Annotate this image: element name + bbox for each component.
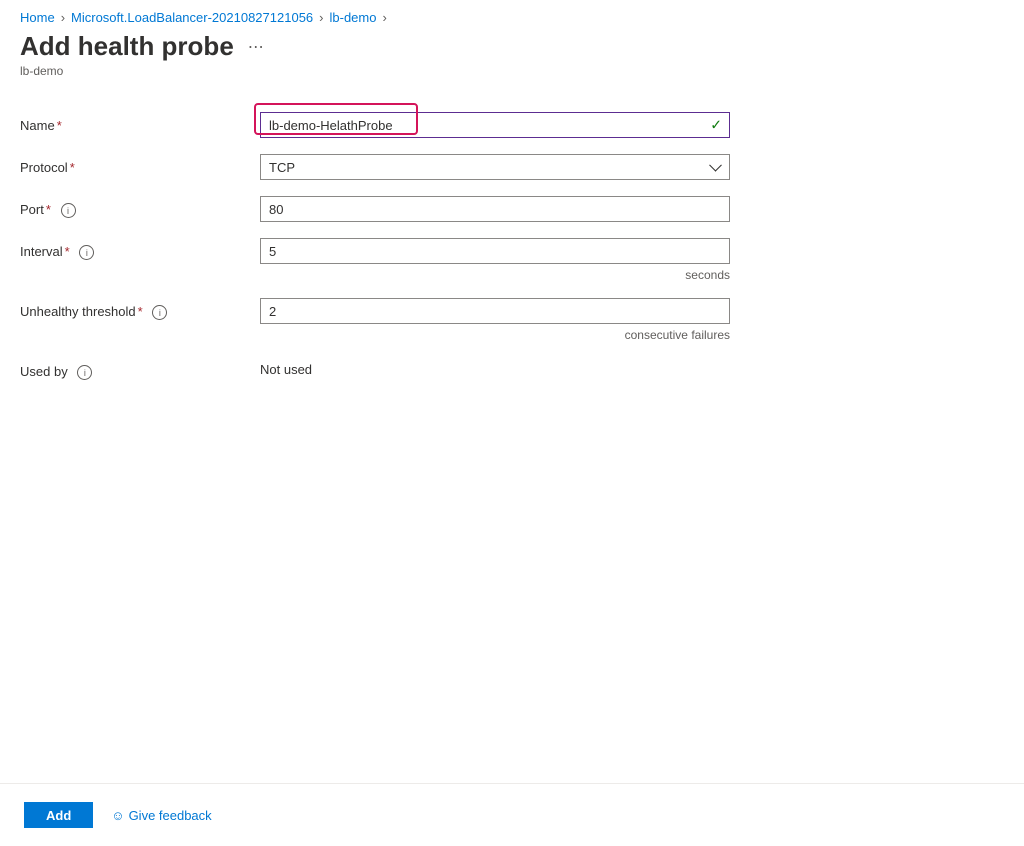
usedby-label: Used by <box>20 364 68 379</box>
required-icon: * <box>70 160 75 175</box>
threshold-unit: consecutive failures <box>260 328 730 342</box>
breadcrumb-deployment[interactable]: Microsoft.LoadBalancer-20210827121056 <box>71 10 313 25</box>
more-actions-icon[interactable]: ⋯ <box>248 37 264 57</box>
breadcrumb-sep-icon: › <box>319 10 323 25</box>
health-probe-form: Name* ✓ Protocol* Port* <box>20 112 1004 380</box>
threshold-label: Unhealthy threshold <box>20 304 136 319</box>
info-icon[interactable]: i <box>61 203 76 218</box>
feedback-icon: ☺ <box>111 808 124 823</box>
add-button[interactable]: Add <box>24 802 93 828</box>
threshold-input[interactable] <box>260 298 730 324</box>
port-label: Port <box>20 202 44 217</box>
protocol-select[interactable] <box>260 154 730 180</box>
name-input[interactable] <box>260 112 730 138</box>
breadcrumb: Home › Microsoft.LoadBalancer-2021082712… <box>20 10 1004 29</box>
footer-bar: Add ☺ Give feedback <box>0 783 1024 846</box>
breadcrumb-resource[interactable]: lb-demo <box>330 10 377 25</box>
give-feedback-link[interactable]: ☺ Give feedback <box>111 808 211 823</box>
port-input[interactable] <box>260 196 730 222</box>
usedby-value: Not used <box>260 358 730 377</box>
interval-label: Interval <box>20 244 63 259</box>
info-icon[interactable]: i <box>152 305 167 320</box>
interval-unit: seconds <box>260 268 730 282</box>
protocol-label: Protocol <box>20 160 68 175</box>
name-label: Name <box>20 118 55 133</box>
required-icon: * <box>46 202 51 217</box>
info-icon[interactable]: i <box>79 245 94 260</box>
feedback-label: Give feedback <box>129 808 212 823</box>
required-icon: * <box>57 118 62 133</box>
page-subtitle: lb-demo <box>20 64 1004 78</box>
breadcrumb-sep-icon: › <box>61 10 65 25</box>
page-title: Add health probe <box>20 31 234 62</box>
required-icon: * <box>138 304 143 319</box>
info-icon[interactable]: i <box>77 365 92 380</box>
breadcrumb-home[interactable]: Home <box>20 10 55 25</box>
interval-input[interactable] <box>260 238 730 264</box>
required-icon: * <box>65 244 70 259</box>
breadcrumb-sep-icon: › <box>382 10 386 25</box>
